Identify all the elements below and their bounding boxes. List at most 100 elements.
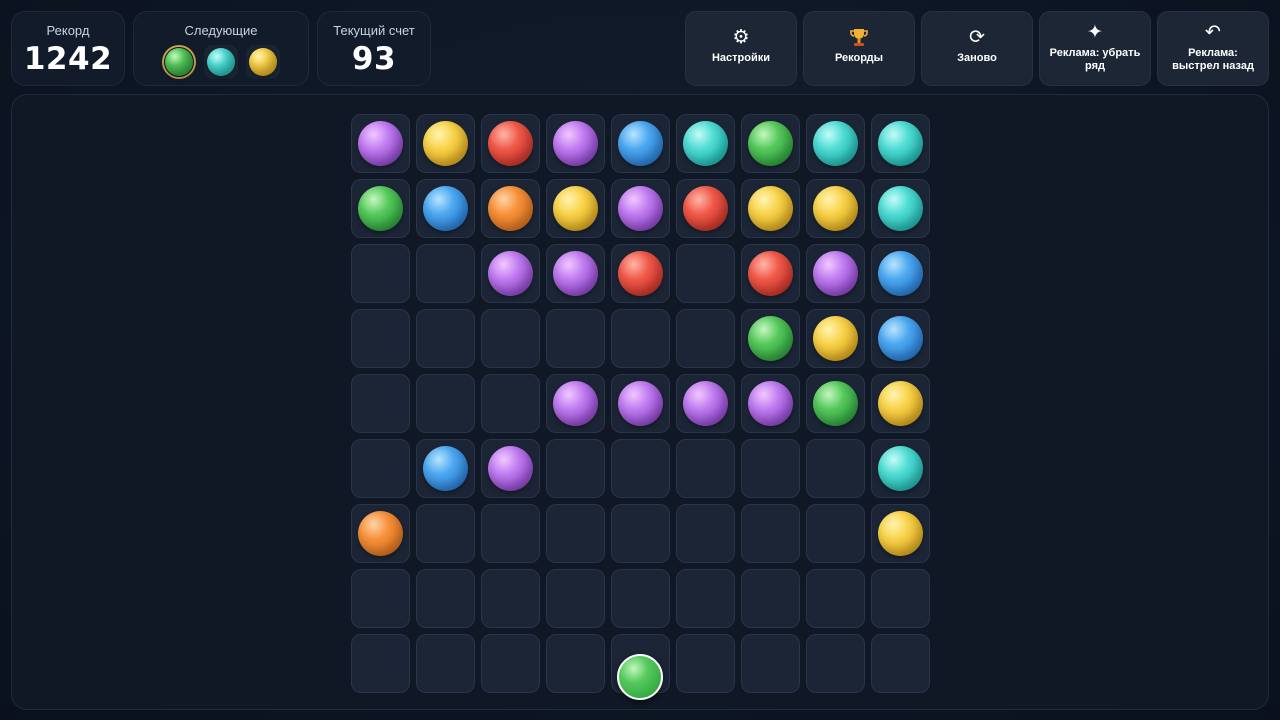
game-board <box>351 114 930 693</box>
score-value: 93 <box>351 41 397 77</box>
board-cell[interactable] <box>416 569 475 628</box>
board-cell[interactable] <box>741 309 800 368</box>
board-cell[interactable] <box>351 244 410 303</box>
board-cell[interactable] <box>416 244 475 303</box>
board-cell[interactable] <box>741 244 800 303</box>
board-cell[interactable] <box>741 569 800 628</box>
board-cell[interactable] <box>416 634 475 693</box>
green-ball <box>358 186 403 231</box>
board-cell[interactable] <box>546 309 605 368</box>
ad-undo-shot-button[interactable]: ↶ Реклама: выстрел назад <box>1157 11 1269 86</box>
board-cell[interactable] <box>481 439 540 498</box>
board-cell[interactable] <box>481 374 540 433</box>
board-cell[interactable] <box>676 569 735 628</box>
board-cell[interactable] <box>611 569 670 628</box>
board-cell[interactable] <box>351 504 410 563</box>
board-cell[interactable] <box>611 504 670 563</box>
settings-button[interactable]: ⚙ Настройки <box>685 11 797 86</box>
board-cell[interactable] <box>481 179 540 238</box>
purple-ball <box>683 381 728 426</box>
board-cell[interactable] <box>481 634 540 693</box>
records-button[interactable]: Рекорды <box>803 11 915 86</box>
board-cell[interactable] <box>741 504 800 563</box>
board-cell[interactable] <box>611 114 670 173</box>
board-cell[interactable] <box>806 569 865 628</box>
board-cell[interactable] <box>351 634 410 693</box>
board-cell[interactable] <box>676 634 735 693</box>
board-cell[interactable] <box>741 634 800 693</box>
board-cell[interactable] <box>416 439 475 498</box>
next-balls-list <box>134 45 308 79</box>
board-cell[interactable] <box>806 439 865 498</box>
green-ball <box>813 381 858 426</box>
board-cell[interactable] <box>611 179 670 238</box>
board-cell[interactable] <box>676 244 735 303</box>
board-cell[interactable] <box>546 374 605 433</box>
board-cell[interactable] <box>416 504 475 563</box>
board-cell[interactable] <box>546 439 605 498</box>
restart-button[interactable]: ⟳ Заново <box>921 11 1033 86</box>
board-cell[interactable] <box>806 244 865 303</box>
board-cell[interactable] <box>416 309 475 368</box>
board-cell[interactable] <box>871 179 930 238</box>
board-cell[interactable] <box>546 569 605 628</box>
board-cell[interactable] <box>481 309 540 368</box>
board-cell[interactable] <box>806 309 865 368</box>
board-cell[interactable] <box>481 504 540 563</box>
board-cell[interactable] <box>806 634 865 693</box>
board-cell[interactable] <box>741 179 800 238</box>
board-cell[interactable] <box>611 244 670 303</box>
trophy-icon <box>804 27 914 49</box>
board-cell[interactable] <box>676 439 735 498</box>
shooter-ball[interactable] <box>617 654 663 700</box>
records-button-label: Рекорды <box>834 52 884 64</box>
board-cell[interactable] <box>806 114 865 173</box>
yellow-ball <box>249 48 277 76</box>
board-cell[interactable] <box>351 569 410 628</box>
board-cell[interactable] <box>611 309 670 368</box>
board-cell[interactable] <box>806 504 865 563</box>
board-cell[interactable] <box>676 374 735 433</box>
board-cell[interactable] <box>351 439 410 498</box>
board-cell[interactable] <box>351 114 410 173</box>
board-cell[interactable] <box>676 504 735 563</box>
ad-undo-shot-button-label: Реклама: выстрел назад <box>1172 47 1254 72</box>
board-cell[interactable] <box>741 374 800 433</box>
board-cell[interactable] <box>416 179 475 238</box>
board-cell[interactable] <box>416 374 475 433</box>
board-cell[interactable] <box>546 179 605 238</box>
board-cell[interactable] <box>351 179 410 238</box>
board-cell[interactable] <box>351 309 410 368</box>
board-cell[interactable] <box>871 569 930 628</box>
board-cell[interactable] <box>871 244 930 303</box>
ad-remove-row-button[interactable]: ✦ Реклама: убрать ряд <box>1039 11 1151 86</box>
record-label: Рекорд <box>46 23 90 38</box>
board-cell[interactable] <box>611 374 670 433</box>
board-cell[interactable] <box>481 114 540 173</box>
board-cell[interactable] <box>351 374 410 433</box>
board-cell[interactable] <box>871 374 930 433</box>
board-cell[interactable] <box>416 114 475 173</box>
purple-ball <box>488 446 533 491</box>
board-cell[interactable] <box>741 439 800 498</box>
board-cell[interactable] <box>481 244 540 303</box>
board-cell[interactable] <box>546 244 605 303</box>
board-cell[interactable] <box>546 634 605 693</box>
board-cell[interactable] <box>871 634 930 693</box>
board-cell[interactable] <box>871 114 930 173</box>
gear-icon: ⚙ <box>732 27 750 48</box>
board-cell[interactable] <box>676 114 735 173</box>
board-cell[interactable] <box>676 179 735 238</box>
board-cell[interactable] <box>676 309 735 368</box>
board-cell[interactable] <box>806 374 865 433</box>
board-cell[interactable] <box>546 504 605 563</box>
board-cell[interactable] <box>546 114 605 173</box>
board-cell[interactable] <box>611 439 670 498</box>
board-cell[interactable] <box>806 179 865 238</box>
board-cell[interactable] <box>871 504 930 563</box>
board-cell[interactable] <box>871 439 930 498</box>
board-cell[interactable] <box>741 114 800 173</box>
green-ball <box>748 121 793 166</box>
board-cell[interactable] <box>871 309 930 368</box>
board-cell[interactable] <box>481 569 540 628</box>
